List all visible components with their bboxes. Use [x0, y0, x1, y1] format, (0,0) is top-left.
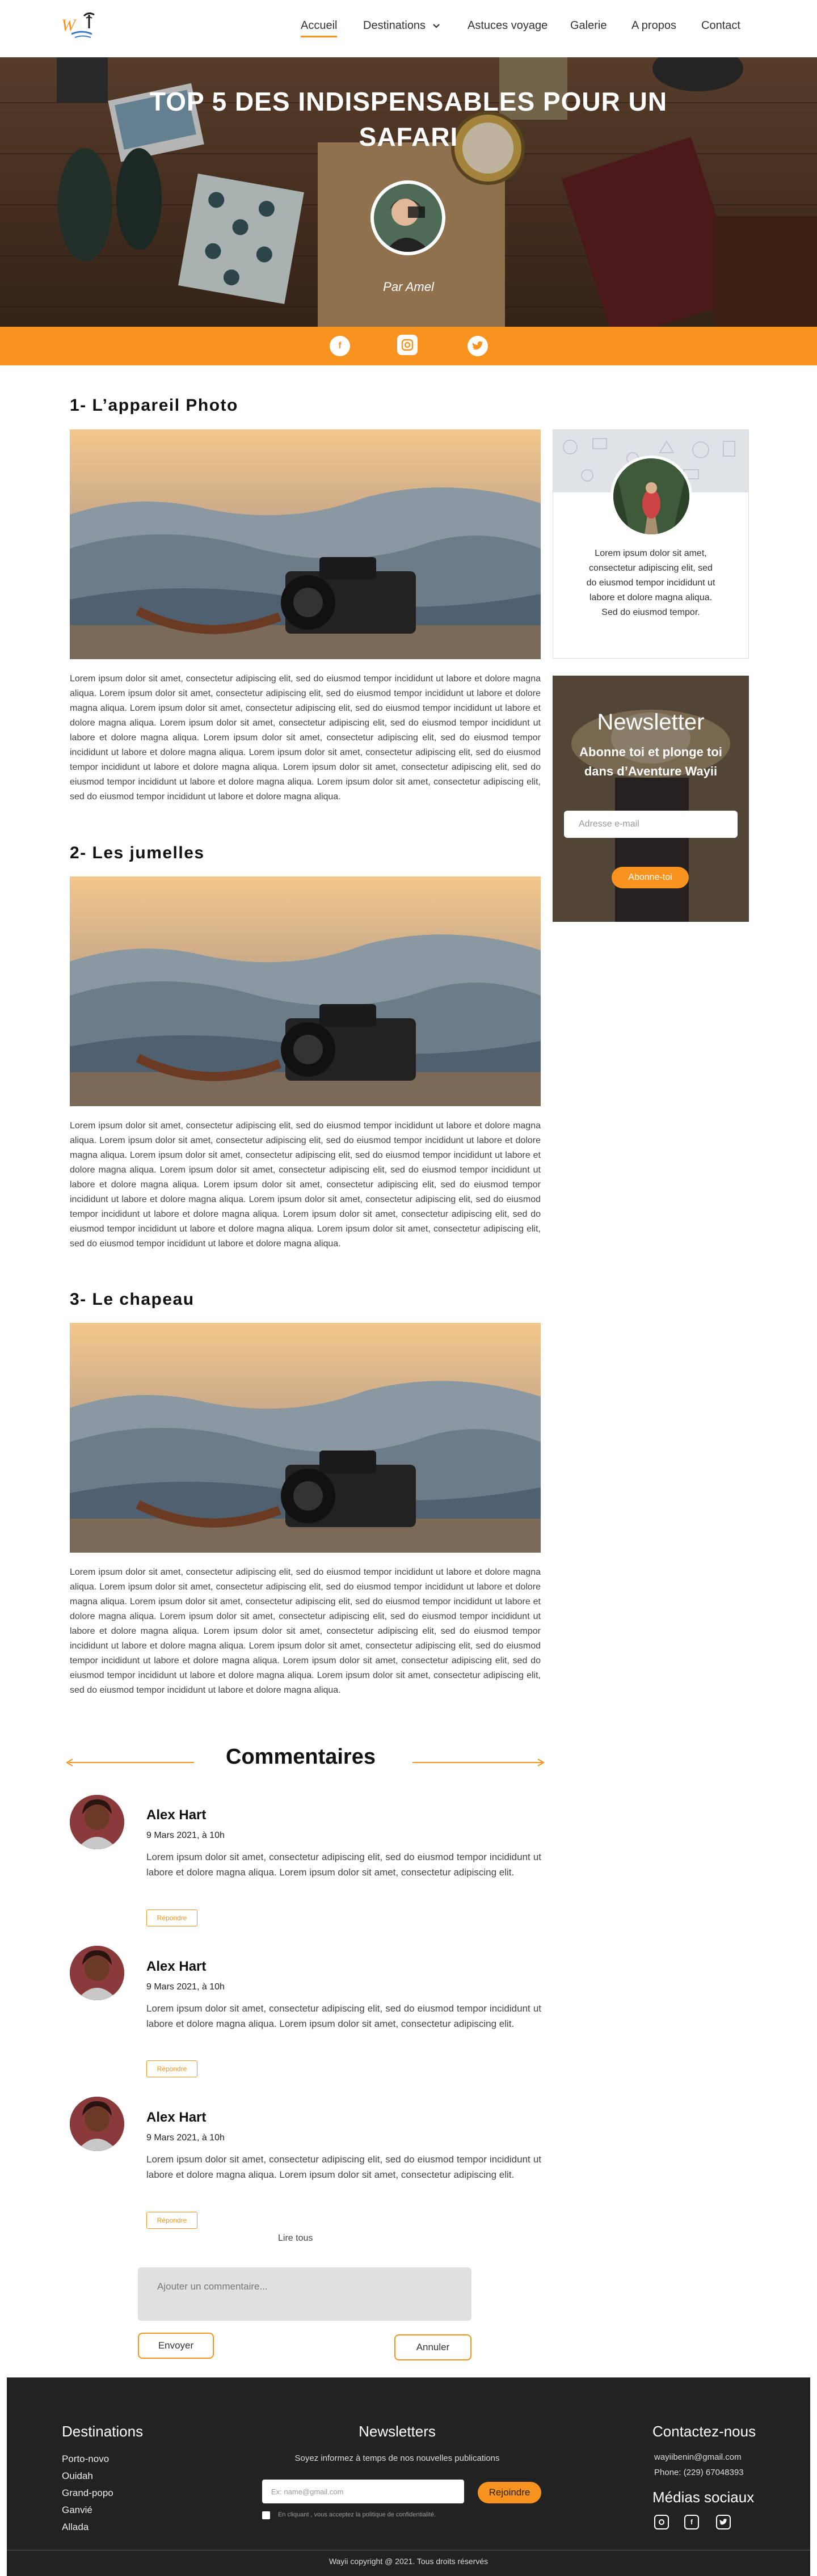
arrow-right-icon: [537, 1759, 545, 1766]
instagram-icon[interactable]: [397, 335, 418, 355]
comment-input[interactable]: Ajouter un commentaire...: [138, 2267, 471, 2321]
comment-text: Lorem ipsum dolor sit amet, consectetur …: [146, 1852, 541, 1878]
section-paragraph: Lorem ipsum dolor sit amet, consectetur …: [70, 1567, 541, 1695]
footer-newsletter-text: Soyez informez à temps de nos nouvelles …: [294, 2453, 500, 2463]
article-image: [70, 1323, 541, 1553]
svg-text:W: W: [61, 16, 77, 35]
instagram-icon[interactable]: [654, 2515, 669, 2529]
reply-button[interactable]: Répondre: [146, 2212, 197, 2229]
footer-phone: Phone: (229) 67048393: [654, 2468, 744, 2477]
arrow-left-icon: [66, 1759, 73, 1766]
facebook-icon[interactable]: f: [330, 336, 350, 356]
newsletter-subtitle: Abonne toi et plonge toi dans d’Aventure…: [579, 745, 722, 778]
nav-accueil[interactable]: Accueil: [301, 19, 338, 37]
footer-social-title: Médias sociaux: [652, 2489, 755, 2506]
author-avatar: [370, 180, 445, 255]
nav-astuces-voyage[interactable]: Astuces voyage: [468, 19, 548, 32]
newsletter-title: Newsletter: [597, 710, 705, 735]
nav-a-propos[interactable]: A propos: [631, 19, 676, 32]
twitter-icon[interactable]: [716, 2515, 731, 2529]
join-button[interactable]: Rejoindre: [478, 2482, 541, 2503]
comment-date: 9 Mars 2021, à 10h: [146, 1831, 225, 1840]
section-title: 1- L’appareil Photo: [70, 396, 238, 415]
nav-galerie[interactable]: Galerie: [570, 19, 607, 32]
nav-destinations-label: Destinations: [363, 19, 426, 32]
comment-text: Lorem ipsum dolor sit amet, consectetur …: [146, 2003, 541, 2029]
hero-title: TOP 5 DES INDISPENSABLES POUR UN SAFARI: [149, 87, 668, 151]
copyright-text: Wayii copyright @ 2021. Tous droits rése…: [329, 2557, 488, 2566]
chevron-down-icon: [432, 24, 440, 28]
commenter-avatar: [70, 2097, 124, 2151]
article-image: [70, 876, 541, 1106]
section-paragraph: Lorem ipsum dolor sit amet, consectetur …: [70, 674, 541, 802]
commenter-avatar: [70, 1946, 124, 2000]
commenter-name: Alex Hart: [146, 1807, 207, 1823]
comment-text: Lorem ipsum dolor sit amet, consectetur …: [146, 2154, 541, 2180]
footer-newsletter-title: Newsletters: [359, 2423, 436, 2440]
twitter-icon[interactable]: [468, 336, 488, 356]
commenter-name: Alex Hart: [146, 2110, 207, 2125]
commenter-avatar: [70, 1795, 124, 1849]
section-title: 3- Le chapeau: [70, 1290, 195, 1309]
author-card-avatar: [610, 456, 692, 537]
article-image: [70, 429, 541, 659]
footer-destination-link[interactable]: Allada: [62, 2522, 89, 2533]
comment-date: 9 Mars 2021, à 10h: [146, 2133, 225, 2143]
facebook-icon[interactable]: f: [684, 2515, 699, 2529]
nav-destinations[interactable]: Destinations: [363, 19, 440, 32]
send-button[interactable]: Envoyer: [138, 2333, 214, 2359]
subscribe-button[interactable]: Abonne-toi: [612, 867, 689, 888]
author-name: Par Amel: [383, 280, 434, 294]
newsletter-email-input[interactable]: Adresse e-mail: [564, 811, 738, 838]
commenter-name: Alex Hart: [146, 1959, 207, 1974]
consent-checkbox[interactable]: [262, 2511, 270, 2519]
read-all-link[interactable]: Lire tous: [278, 2233, 313, 2244]
footer-destination-link[interactable]: Grand-popo: [62, 2488, 113, 2499]
reply-button[interactable]: Répondre: [146, 1909, 197, 1926]
footer-email[interactable]: wayiibenin@gmail.com: [654, 2452, 742, 2462]
section-paragraph: Lorem ipsum dolor sit amet, consectetur …: [70, 1121, 541, 1249]
section-title: 2- Les jumelles: [70, 844, 205, 862]
footer-contact-title: Contactez-nous: [652, 2423, 756, 2440]
cancel-button[interactable]: Annuler: [394, 2334, 471, 2360]
comment-date: 9 Mars 2021, à 10h: [146, 1982, 225, 1992]
footer-destinations-title: Destinations: [62, 2423, 144, 2440]
footer-destination-link[interactable]: Ganvié: [62, 2505, 92, 2516]
footer-email-input[interactable]: Ex: name@gmail.com: [262, 2480, 464, 2503]
newsletter-card: Newsletter Abonne toi et plonge toi dans…: [553, 676, 749, 922]
wayii-logo[interactable]: W: [61, 10, 104, 43]
author-card: Lorem ipsum dolor sit amet, consectetur …: [553, 429, 749, 659]
nav-contact[interactable]: Contact: [701, 19, 740, 32]
main-nav: Accueil Destinations Astuces voyage Gale…: [301, 19, 743, 40]
comments-title: Commentaires: [226, 1745, 376, 1769]
footer-destination-link[interactable]: Porto-novo: [62, 2453, 109, 2465]
footer-destination-link[interactable]: Ouidah: [62, 2470, 93, 2482]
author-card-text: Lorem ipsum dolor sit amet, consectetur …: [586, 549, 715, 617]
right-divider: [412, 1762, 542, 1763]
consent-text: En cliquant , vous acceptez la politique…: [278, 2511, 436, 2518]
reply-button[interactable]: Répondre: [146, 2060, 197, 2077]
